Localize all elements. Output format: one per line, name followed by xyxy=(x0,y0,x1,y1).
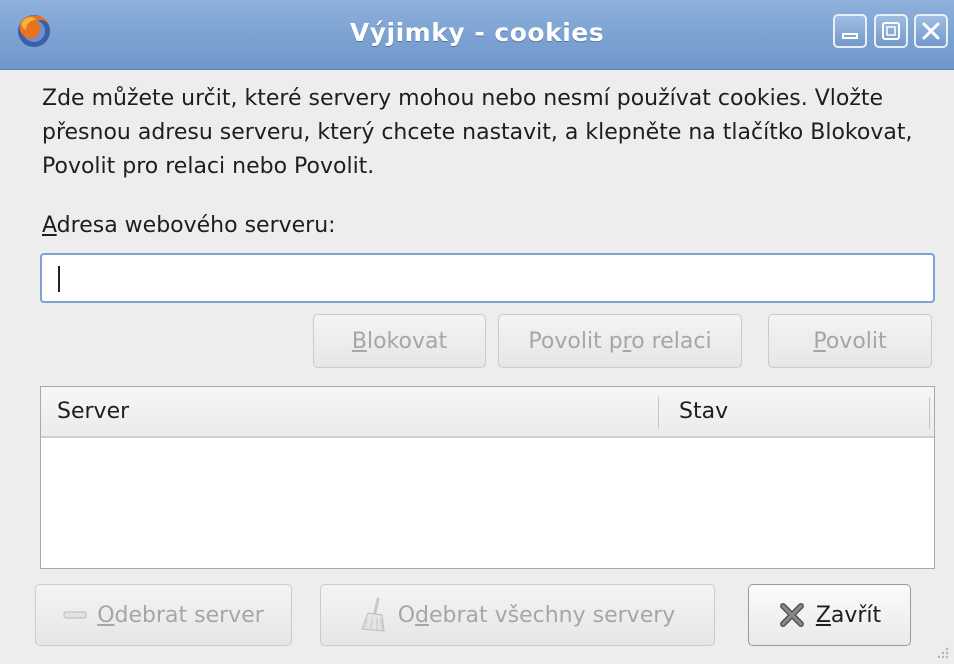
block-label: lokovat xyxy=(366,328,448,354)
allow-session-mnemonic: r xyxy=(622,328,632,354)
window-title: Výjimky - cookies xyxy=(349,18,605,47)
close-mnemonic: Z xyxy=(815,602,831,628)
maximize-button[interactable] xyxy=(874,14,908,48)
remove-icon xyxy=(63,611,87,619)
minimize-button[interactable] xyxy=(833,14,867,48)
column-separator[interactable] xyxy=(658,397,659,429)
allow-session-button[interactable]: Povolit pro relaci xyxy=(498,314,742,368)
remove-all-label-post: ebrat všechny servery xyxy=(428,602,676,628)
minimize-icon xyxy=(842,33,858,39)
list-header: Server Stav xyxy=(41,387,934,438)
resize-grip-icon[interactable] xyxy=(934,644,950,660)
close-button[interactable]: Zavřít xyxy=(748,584,911,646)
exceptions-list[interactable]: Server Stav xyxy=(40,386,935,569)
maximize-icon xyxy=(882,22,900,40)
column-header-server[interactable]: Server xyxy=(57,399,129,424)
remove-server-mnemonic: O xyxy=(97,602,115,628)
close-x-icon xyxy=(779,603,804,627)
broom-icon xyxy=(360,597,385,632)
server-address-input[interactable] xyxy=(40,253,935,303)
allow-session-label-pre: Povolit p xyxy=(528,328,623,354)
text-caret xyxy=(58,266,60,292)
address-label-mnemonic: A xyxy=(42,213,57,238)
allow-mnemonic: P xyxy=(813,328,826,354)
remove-server-button[interactable]: Odebrat server xyxy=(35,584,292,646)
allow-session-label-post: o relaci xyxy=(631,328,712,354)
close-icon xyxy=(922,22,940,40)
block-mnemonic: B xyxy=(351,328,367,354)
address-label-text: dresa webového serveru: xyxy=(56,213,336,238)
remove-all-servers-button[interactable]: Odebrat všechny servery xyxy=(320,584,715,646)
remove-server-label: debrat server xyxy=(114,602,264,628)
column-separator-end xyxy=(929,397,930,429)
column-header-status[interactable]: Stav xyxy=(679,399,728,424)
description-text: Zde můžete určit, které servery mohou ne… xyxy=(42,86,913,179)
title-bar[interactable]: Výjimky - cookies xyxy=(0,0,954,70)
allow-label: ovolit xyxy=(825,328,887,354)
remove-all-mnemonic: d xyxy=(415,602,429,628)
block-button[interactable]: Blokovat xyxy=(313,314,486,368)
allow-button[interactable]: Povolit xyxy=(768,314,932,368)
close-label: avřít xyxy=(830,602,882,628)
address-label: Adresa webového serveru: xyxy=(42,213,336,238)
remove-all-label-pre: O xyxy=(397,602,416,628)
close-window-button[interactable] xyxy=(914,14,948,48)
